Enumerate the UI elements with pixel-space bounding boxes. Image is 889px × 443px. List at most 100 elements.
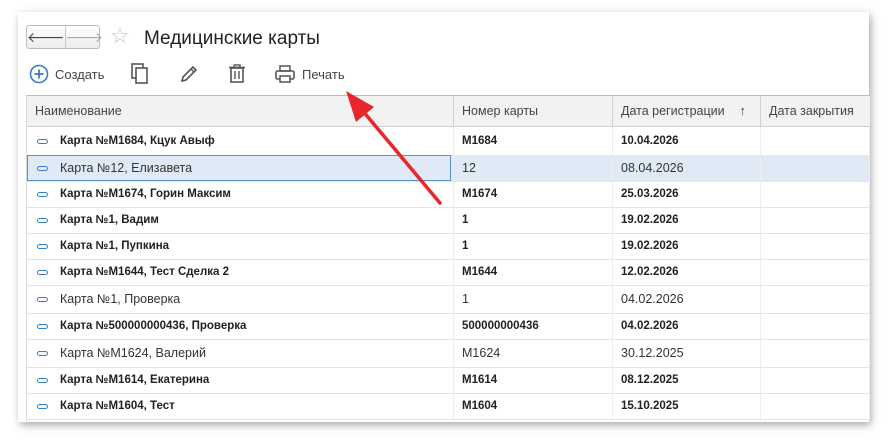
cell-reg-date[interactable]: 04.02.2026 — [613, 285, 761, 313]
table-row[interactable]: Карта №12, Елизавета 12 08.04.2026 — [27, 155, 870, 182]
cell-close-date[interactable] — [761, 285, 870, 313]
cell-reg-date[interactable]: 25.03.2026 — [613, 181, 761, 207]
cell-close-date[interactable] — [761, 207, 870, 233]
cell-close-date[interactable] — [761, 313, 870, 339]
table-row[interactable]: Карта №М1614, Екатерина М1614 08.12.2025 — [27, 367, 870, 394]
cell-close-date[interactable] — [761, 155, 870, 181]
cell-close-date[interactable] — [761, 367, 870, 393]
card-number: М1604 — [462, 400, 498, 412]
column-header-reg-date[interactable]: Дата регистрации ↑ — [613, 96, 761, 126]
cell-number[interactable]: М1624 — [454, 339, 613, 367]
arrow-left-icon: 🡐 — [27, 28, 65, 45]
card-name: Карта №М1604, Тест — [60, 400, 175, 412]
cell-reg-date[interactable]: 08.04.2026 — [613, 155, 761, 181]
favorite-star-icon[interactable]: ☆ — [110, 25, 130, 47]
forward-button[interactable]: 🡒 — [64, 26, 103, 48]
cell-number[interactable]: 1 — [454, 207, 613, 233]
cell-reg-date[interactable]: 19.02.2026 — [613, 233, 761, 259]
cards-table: Наименование Номер карты Дата регистраци… — [26, 95, 870, 423]
card-name: Карта №М1644, Тест Сделка 2 — [60, 266, 229, 278]
column-header-reg-date-label: Дата регистрации — [621, 104, 725, 118]
cell-close-date[interactable] — [761, 393, 870, 419]
printer-icon — [275, 65, 295, 83]
card-name: Карта №М1684, Кцук Авыф — [60, 135, 215, 147]
row-marker-icon — [37, 296, 48, 302]
cell-number[interactable]: М1674 — [454, 181, 613, 207]
card-number: М1684 — [462, 135, 498, 147]
edit-button[interactable] — [179, 60, 199, 88]
registration-date: 08.04.2026 — [621, 161, 684, 175]
table-row[interactable]: Карта №М1624, Валерий М1624 30.12.2025 — [27, 339, 870, 368]
pencil-icon — [180, 65, 198, 83]
card-number: М1674 — [462, 188, 498, 200]
column-header-close-date[interactable]: Дата закрытия — [761, 96, 870, 126]
delete-button[interactable] — [228, 60, 246, 88]
back-button[interactable]: 🡐 — [27, 26, 65, 48]
column-header-name[interactable]: Наименование — [27, 96, 454, 126]
cell-reg-date[interactable]: 10.04.2026 — [613, 127, 761, 155]
cell-name[interactable]: Карта №500000000436, Проверка — [27, 313, 454, 339]
table-row[interactable]: Карта №М1674, Горин Максим М1674 25.03.202… — [27, 181, 870, 208]
cell-number[interactable]: М1614 — [454, 367, 613, 393]
card-name: Карта №М1614, Екатерина — [60, 374, 210, 386]
cell-reg-date[interactable]: 15.10.2025 — [613, 393, 761, 419]
row-marker-icon — [37, 243, 48, 249]
cell-reg-date[interactable]: 19.02.2026 — [613, 207, 761, 233]
cell-name[interactable]: Карта №1, Проверка — [27, 285, 454, 313]
table-row[interactable]: Карта №М1684, Кцук Авыф М1684 10.04.2026 — [27, 127, 870, 156]
cell-name[interactable]: Карта №М1684, Кцук Авыф — [27, 127, 454, 155]
column-header-number[interactable]: Номер карты — [454, 96, 613, 126]
row-marker-icon — [37, 377, 48, 383]
cell-close-date[interactable] — [761, 259, 870, 285]
cell-name[interactable]: Карта №12, Елизавета — [27, 155, 454, 181]
cell-name[interactable]: Карта №М1614, Екатерина — [27, 367, 454, 393]
card-number: М1614 — [462, 374, 498, 386]
row-marker-icon — [37, 350, 48, 356]
cell-close-date[interactable] — [761, 339, 870, 367]
copy-button[interactable] — [130, 60, 150, 88]
card-number: М1624 — [462, 346, 501, 360]
card-name: Карта №500000000436, Проверка — [60, 320, 247, 332]
registration-date: 25.03.2026 — [621, 188, 679, 200]
page-title: Медицинские карты — [144, 28, 320, 49]
table-row[interactable]: Карта №М1644, Тест Сделка 2 М1644 12.02.20… — [27, 259, 870, 286]
create-button[interactable]: Создать — [29, 60, 104, 88]
cell-number[interactable]: 500000000436 — [454, 313, 613, 339]
registration-date: 19.02.2026 — [621, 240, 679, 252]
table-row[interactable]: Карта №М1604, Тест М1604 15.10.2025 — [27, 393, 870, 420]
cell-number[interactable]: М1684 — [454, 127, 613, 155]
cell-name[interactable]: Карта №М1604, Тест — [27, 393, 454, 419]
cell-name[interactable]: Карта №М1624, Валерий — [27, 339, 454, 367]
cell-reg-date[interactable]: 04.02.2026 — [613, 313, 761, 339]
cell-close-date[interactable] — [761, 181, 870, 207]
row-marker-icon — [37, 138, 48, 144]
cell-number[interactable]: 1 — [454, 285, 613, 313]
row-marker-icon — [37, 217, 48, 223]
window: 🡐 🡒 ☆ Медицинские карты Создать Печать Н… — [18, 12, 870, 423]
cell-close-date[interactable] — [761, 233, 870, 259]
print-button[interactable]: Печать — [274, 60, 345, 88]
cell-number[interactable]: М1604 — [454, 393, 613, 419]
table-row[interactable]: Карта №1, Проверка 1 04.02.2026 — [27, 285, 870, 314]
card-name: Карта №12, Елизавета — [60, 161, 193, 175]
card-number: 12 — [462, 161, 476, 175]
copy-icon — [131, 63, 148, 84]
cell-number[interactable]: М1644 — [454, 259, 613, 285]
cell-name[interactable]: Карта №1, Вадим — [27, 207, 454, 233]
row-marker-icon — [37, 403, 48, 409]
card-name: Карта №1, Проверка — [60, 292, 181, 306]
card-name: Карта №М1674, Горин Максим — [60, 188, 231, 200]
table-row[interactable]: Карта №1, Пупкина 1 19.02.2026 — [27, 233, 870, 260]
cell-number[interactable]: 1 — [454, 233, 613, 259]
cell-reg-date[interactable]: 08.12.2025 — [613, 367, 761, 393]
cell-name[interactable]: Карта №М1674, Горин Максим — [27, 181, 454, 207]
cell-reg-date[interactable]: 30.12.2025 — [613, 339, 761, 367]
cell-reg-date[interactable]: 12.02.2026 — [613, 259, 761, 285]
cell-name[interactable]: Карта №М1644, Тест Сделка 2 — [27, 259, 454, 285]
cell-number[interactable]: 12 — [454, 155, 613, 181]
table-row[interactable]: Карта №500000000436, Проверка 50000000043… — [27, 313, 870, 340]
cell-name[interactable]: Карта №1, Пупкина — [27, 233, 454, 259]
cell-close-date[interactable] — [761, 127, 870, 155]
table-row[interactable]: Карта №1, Вадим 1 19.02.2026 — [27, 207, 870, 234]
card-name: Карта №1, Пупкина — [60, 240, 170, 252]
